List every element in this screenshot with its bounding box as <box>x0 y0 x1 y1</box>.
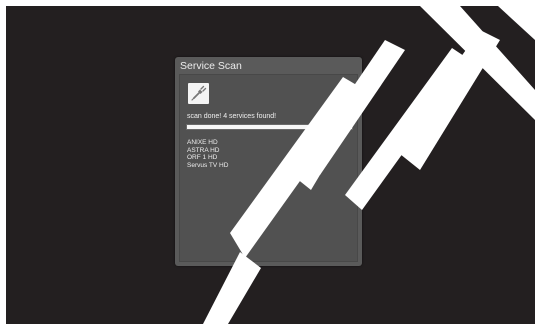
service-list-item: Servus TV HD <box>187 161 229 169</box>
scan-status-text: scan done! 4 services found! <box>187 113 277 120</box>
dialog-title: Service Scan <box>180 60 242 72</box>
dialog-body: scan done! 4 services found! ANIXE HD AST… <box>179 74 358 262</box>
service-list: ANIXE HD ASTRA HD ORF 1 HD Servus TV HD <box>187 139 228 169</box>
service-list-item: ANIXE HD <box>187 139 218 146</box>
scan-progress-fill <box>187 125 352 129</box>
service-list-item: ORF 1 HD <box>187 154 218 161</box>
tv-screen: Service Scan scan done! 4 services found… <box>6 6 535 324</box>
service-list-item: ASTRA HD <box>187 146 220 154</box>
antenna-plug-icon <box>188 83 209 104</box>
scan-progress-bar <box>186 124 353 130</box>
service-scan-dialog: Service Scan scan done! 4 services found… <box>175 57 362 266</box>
